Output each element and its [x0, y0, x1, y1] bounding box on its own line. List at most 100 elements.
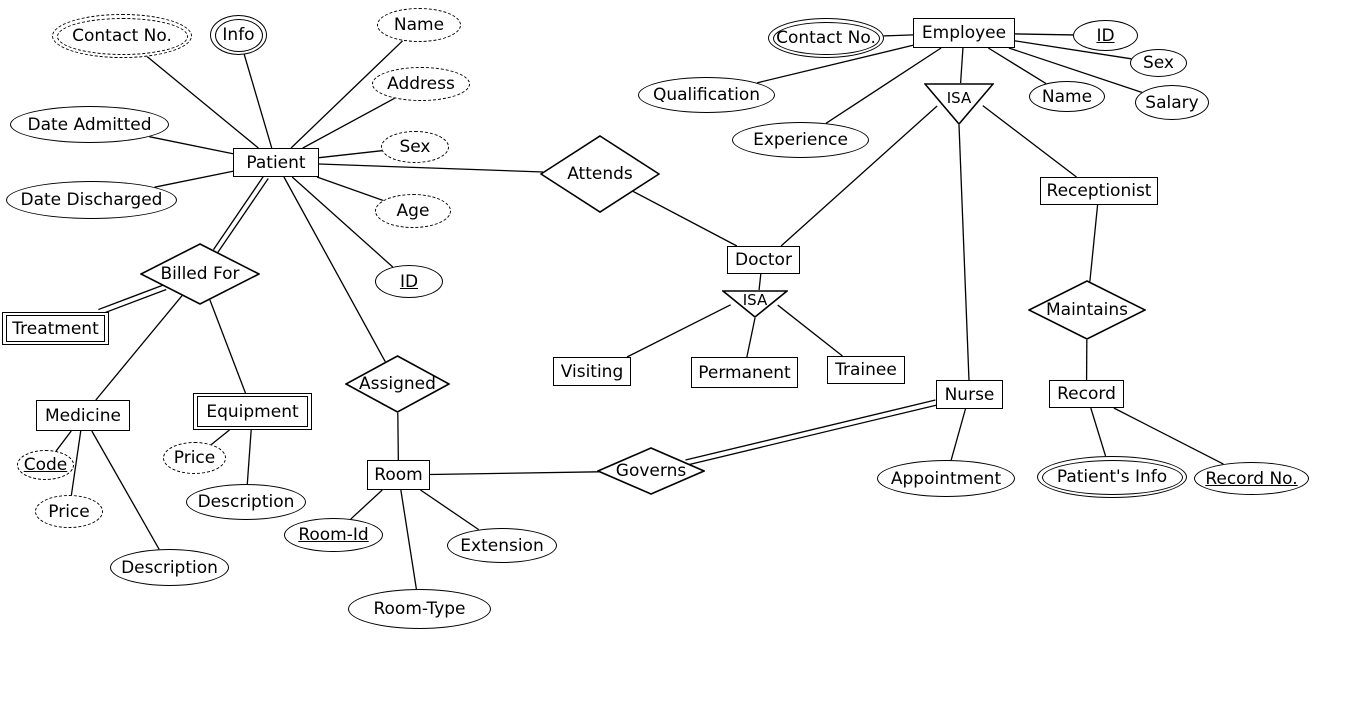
relationship-maintains[interactable]: Maintains: [1028, 280, 1146, 340]
connector-room-to-r-roomid: [350, 489, 383, 520]
attribute-p-admitted[interactable]: Date Admitted: [10, 106, 169, 143]
entity-label: Visiting: [560, 361, 624, 382]
entity-medicine[interactable]: Medicine: [36, 400, 130, 431]
attribute-label: Contact No.: [72, 26, 172, 46]
connector-assigned-to-room: [397, 412, 399, 461]
attribute-label: Extension: [460, 535, 544, 556]
connector-p-contact-to-patient: [146, 56, 259, 149]
connector-patient-to-assigned: [283, 176, 386, 363]
attribute-inner: Contact No.: [56, 17, 188, 55]
relationship-attends[interactable]: Attends: [540, 135, 660, 213]
attribute-label: Info: [222, 25, 255, 45]
connector-p-sex-to-patient: [318, 150, 382, 159]
relationship-billedfor[interactable]: Billed For: [140, 243, 260, 305]
attribute-p-contact[interactable]: Contact No.: [52, 14, 192, 58]
relationship-assigned[interactable]: Assigned: [345, 355, 450, 413]
relationship-governs[interactable]: Governs: [597, 447, 705, 495]
entity-permanent[interactable]: Permanent: [691, 357, 798, 388]
connector-equipment-to-e-price: [210, 429, 230, 445]
relationship-label: Assigned: [359, 374, 436, 394]
attribute-p-discharged[interactable]: Date Discharged: [6, 181, 177, 219]
attribute-emp-contact[interactable]: Contact No.: [768, 18, 884, 58]
attribute-label: Description: [197, 492, 295, 512]
connector-isa-employee-to-receptionist: [982, 105, 1077, 178]
attribute-label: Contact No.: [776, 28, 876, 48]
attribute-rec-no[interactable]: Record No.: [1194, 462, 1309, 495]
entity-visiting[interactable]: Visiting: [553, 357, 631, 386]
attribute-label: Sex: [399, 137, 431, 157]
entity-treatment[interactable]: Treatment: [2, 312, 109, 345]
attribute-emp-exp[interactable]: Experience: [732, 122, 869, 158]
attribute-emp-name[interactable]: Name: [1029, 81, 1105, 112]
attribute-p-sex[interactable]: Sex: [381, 131, 449, 163]
attribute-p-id[interactable]: ID: [375, 265, 443, 298]
entity-room[interactable]: Room: [367, 460, 430, 490]
attribute-emp-sex[interactable]: Sex: [1130, 49, 1187, 77]
connector-governs-to-nurse: [685, 399, 937, 466]
connector-employee-to-emp-id: [1014, 33, 1074, 36]
connector-employee-to-emp-name: [987, 47, 1047, 85]
entity-label: Employee: [921, 23, 1007, 43]
entity-doctor[interactable]: Doctor: [727, 246, 800, 274]
connector-p-admitted-to-patient: [149, 136, 234, 155]
attribute-r-ext[interactable]: Extension: [447, 528, 557, 563]
connector-employee-to-isa-employee: [959, 47, 964, 84]
attribute-label: Salary: [1145, 92, 1199, 113]
connector-patient-to-attends: [318, 163, 544, 173]
isa-triangle-isa-doctor[interactable]: ISA: [722, 290, 788, 318]
attribute-label: ID: [1096, 25, 1115, 46]
attribute-label: Price: [48, 501, 90, 522]
connector-isa-doctor-to-visiting: [626, 304, 731, 358]
attribute-label: Date Admitted: [27, 114, 152, 135]
attribute-label: Sex: [1142, 53, 1174, 73]
attribute-p-info[interactable]: Info: [210, 15, 267, 55]
attribute-emp-id[interactable]: ID: [1073, 20, 1138, 51]
attribute-m-code[interactable]: Code: [17, 450, 74, 480]
entity-label: Record: [1057, 384, 1116, 404]
attribute-emp-salary[interactable]: Salary: [1135, 85, 1209, 120]
attribute-p-age[interactable]: Age: [375, 194, 451, 228]
connector-medicine-to-m-code: [55, 430, 72, 452]
attribute-label: Room-Id: [298, 525, 369, 545]
attribute-e-desc[interactable]: Description: [186, 484, 306, 520]
attribute-p-address[interactable]: Address: [372, 67, 470, 101]
entity-patient[interactable]: Patient: [233, 148, 319, 177]
attribute-m-price[interactable]: Price: [35, 495, 103, 528]
attribute-emp-qual[interactable]: Qualification: [638, 77, 775, 113]
entity-label: Nurse: [944, 384, 995, 405]
connector-nurse-to-n-appt: [950, 408, 967, 461]
attribute-m-desc[interactable]: Description: [110, 549, 229, 586]
entity-receptionist[interactable]: Receptionist: [1040, 177, 1158, 205]
connector-equipment-to-e-desc: [246, 429, 252, 485]
attribute-p-name[interactable]: Name: [377, 8, 461, 42]
connector-billedfor-to-equipment: [209, 299, 247, 394]
relationship-label: Billed For: [160, 264, 240, 284]
er-diagram-canvas: Patient Treatment Medicine Equipment Room Emp…: [0, 0, 1367, 703]
isa-triangle-isa-employee[interactable]: ISA: [924, 83, 994, 125]
attribute-n-appt[interactable]: Appointment: [877, 460, 1015, 497]
attribute-label: ID: [399, 271, 419, 292]
relationship-label: Governs: [615, 461, 687, 481]
attribute-rec-pinfo[interactable]: Patient's Info: [1037, 456, 1187, 498]
entity-inner: Equipment: [197, 396, 308, 427]
attribute-label: Record No.: [1205, 468, 1298, 489]
entity-employee[interactable]: Employee: [913, 18, 1015, 48]
entity-label: Equipment: [206, 401, 299, 422]
entity-equipment[interactable]: Equipment: [193, 393, 312, 430]
attribute-r-roomid[interactable]: Room-Id: [284, 518, 383, 552]
attribute-label: Name: [1041, 86, 1093, 107]
attribute-inner: Patient's Info: [1041, 459, 1183, 495]
attribute-label: Age: [396, 201, 430, 221]
entity-record[interactable]: Record: [1049, 380, 1124, 408]
connector-p-age-to-patient: [316, 176, 384, 202]
connector-medicine-to-m-desc: [91, 430, 160, 550]
entity-nurse[interactable]: Nurse: [936, 380, 1003, 409]
attribute-r-type[interactable]: Room-Type: [348, 589, 491, 629]
attribute-e-price[interactable]: Price: [163, 442, 226, 474]
connector-isa-employee-to-nurse: [958, 124, 970, 381]
entity-label: Permanent: [698, 362, 791, 383]
attribute-label: Address: [387, 74, 455, 94]
entity-trainee[interactable]: Trainee: [827, 356, 905, 384]
attribute-label: Price: [173, 448, 216, 468]
attribute-label: Date Discharged: [20, 190, 163, 210]
